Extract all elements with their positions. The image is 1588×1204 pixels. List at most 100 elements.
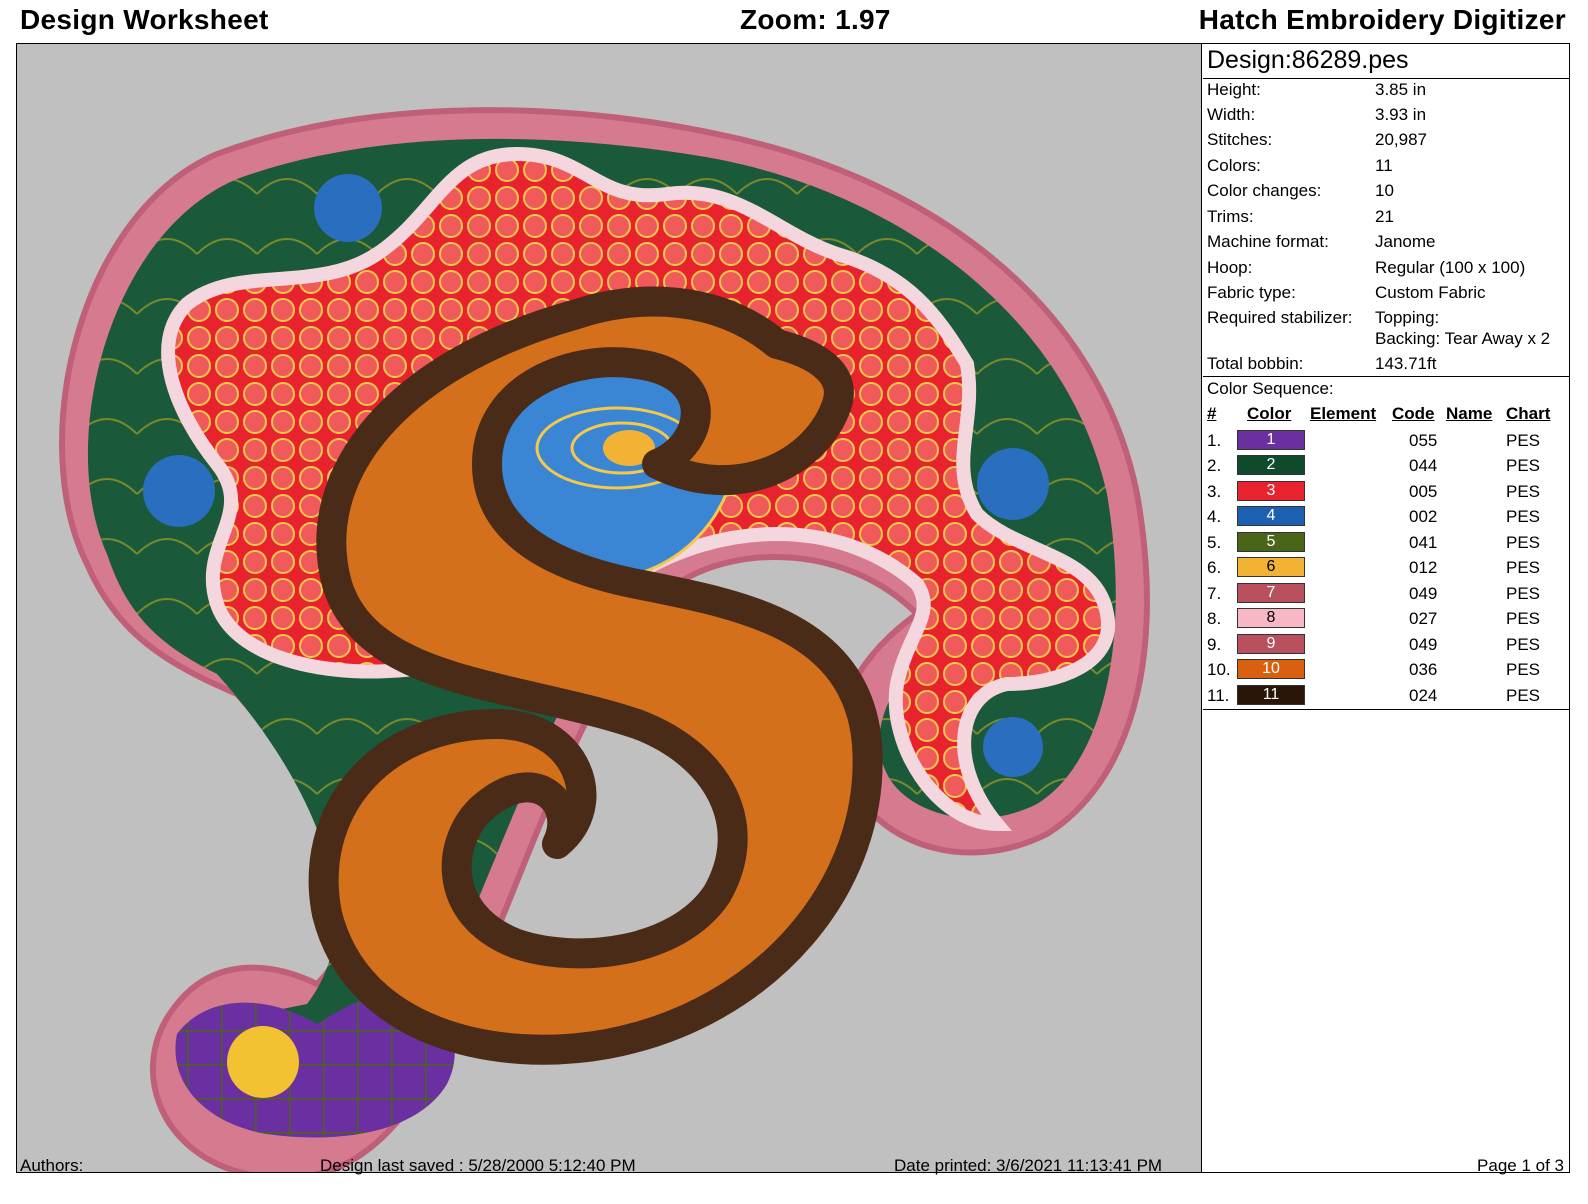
color-chart: PES [1506,482,1541,501]
color-code: 005 [1409,482,1438,501]
divider [1203,78,1569,79]
blue-dot [977,448,1049,520]
color-row: 3. 3 005 PES [1203,480,1569,505]
color-code: 041 [1409,533,1438,552]
color-code: 012 [1409,558,1438,577]
row-number: 10. [1207,660,1231,679]
row-number: 3. [1207,482,1222,501]
color-code: 024 [1409,686,1438,705]
info-value: 3.93 in [1375,105,1427,124]
info-value: 10 [1375,181,1394,200]
color-swatch: 8 [1237,608,1305,628]
row-number: 4. [1207,507,1222,526]
info-value: 20,987 [1375,130,1427,149]
row-number: 9. [1207,635,1222,654]
color-swatch: 6 [1237,557,1305,577]
color-row: 10. 10 036 PES [1203,658,1569,683]
footer-authors: Authors: [20,1156,84,1175]
color-code: 044 [1409,456,1438,475]
info-value: 143.71ft [1375,354,1437,373]
col-header-num: # [1207,404,1217,423]
color-chart: PES [1506,456,1541,475]
row-number: 7. [1207,584,1222,603]
design-filename: Design:86289.pes [1207,46,1409,74]
color-row: 11. 11 024 PES [1203,684,1569,709]
color-swatch: 4 [1237,506,1305,526]
info-label: Machine format: [1207,232,1329,251]
color-swatch: 5 [1237,532,1305,552]
color-code: 049 [1409,635,1438,654]
info-value: 21 [1375,207,1394,226]
color-chart: PES [1506,507,1541,526]
color-code: 049 [1409,584,1438,603]
yellow-dot [227,1026,299,1098]
color-row: 5. 5 041 PES [1203,531,1569,556]
info-label: Colors: [1207,156,1261,175]
design-info-panel: Design:86289.pes Height: 3.85 in Width: … [1203,44,1569,1172]
row-number: 2. [1207,456,1222,475]
col-header-element: Element [1310,404,1377,423]
color-row: 8. 8 027 PES [1203,607,1569,632]
color-swatch: 7 [1237,583,1305,603]
color-code: 027 [1409,609,1438,628]
color-chart: PES [1506,609,1541,628]
row-number: 11. [1207,686,1230,705]
color-row: 2. 2 044 PES [1203,454,1569,479]
color-chart: PES [1506,635,1541,654]
color-chart: PES [1506,558,1541,577]
col-header-code: Code [1392,404,1435,423]
color-row: 9. 9 049 PES [1203,633,1569,658]
info-label: Stitches: [1207,130,1273,149]
color-swatch: 11 [1237,685,1305,705]
color-swatch: 3 [1237,481,1305,501]
info-label: Required stabilizer: [1207,308,1353,327]
info-label: Height: [1207,80,1261,99]
blue-dot [983,717,1043,777]
footer-last-saved: Design last saved : 5/28/2000 5:12:40 PM [320,1156,636,1175]
color-row: 4. 4 002 PES [1203,505,1569,530]
info-label: Hoop: [1207,258,1253,277]
col-header-color: Color [1247,404,1292,423]
info-label: Fabric type: [1207,283,1296,302]
info-value: Backing: Tear Away x 2 [1375,329,1551,348]
col-header-chart: Chart [1506,404,1551,423]
color-chart: PES [1506,533,1541,552]
color-swatch: 10 [1237,659,1305,679]
info-label: Color changes: [1207,181,1322,200]
color-swatch: 1 [1237,430,1305,450]
info-value: Regular (100 x 100) [1375,258,1526,277]
info-label: Width: [1207,105,1256,124]
divider [1203,376,1569,377]
row-number: 6. [1207,558,1222,577]
embroidery-design-image [59,107,1150,1172]
color-chart: PES [1506,431,1541,450]
color-chart: PES [1506,660,1541,679]
color-swatch: 9 [1237,634,1305,654]
info-value: 3.85 in [1375,80,1427,99]
info-label: Total bobbin: [1207,354,1304,373]
col-header-name: Name [1446,404,1493,423]
color-chart: PES [1506,584,1541,603]
color-swatch: 2 [1237,455,1305,475]
row-number: 8. [1207,609,1222,628]
color-code: 055 [1409,431,1438,450]
info-value: Janome [1375,232,1436,251]
info-value: 11 [1375,156,1393,175]
info-value: Custom Fabric [1375,283,1486,302]
color-sequence-title: Color Sequence: [1207,379,1334,398]
info-label: Trims: [1207,207,1254,226]
row-number: 5. [1207,533,1222,552]
zoom-level: Zoom: 1.97 [740,4,891,35]
color-row: 7. 7 049 PES [1203,582,1569,607]
color-row: 6. 6 012 PES [1203,556,1569,581]
footer-page-number: Page 1 of 3 [1477,1156,1564,1175]
row-number: 1. [1207,431,1222,450]
blue-dot [143,455,215,527]
app-name: Hatch Embroidery Digitizer [1198,4,1566,35]
color-chart: PES [1506,686,1541,705]
color-code: 002 [1409,507,1438,526]
design-preview [17,44,1202,1172]
info-value: Topping: [1375,308,1440,327]
footer-date-printed: Date printed: 3/6/2021 11:13:41 PM [894,1156,1163,1175]
color-code: 036 [1409,660,1438,679]
